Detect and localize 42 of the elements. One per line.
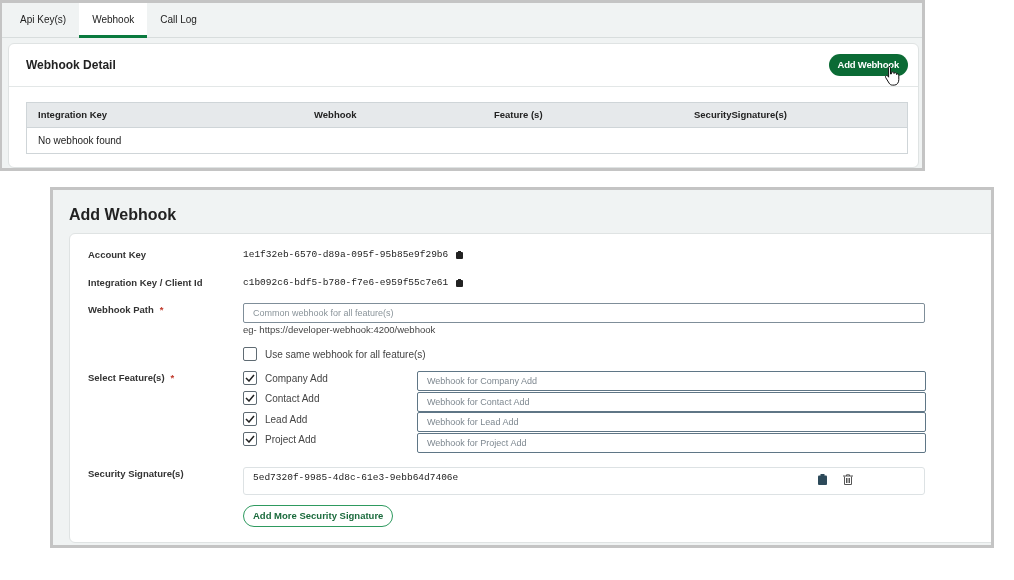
- signature-value: 5ed7320f-9985-4d8c-61e3-9ebb64d7406e: [253, 470, 459, 485]
- field-label: Select Feature(s): [88, 371, 165, 383]
- tab[interactable]: Api Key(s): [7, 3, 80, 38]
- feature-webhook-field[interactable]: Webhook for Project Add: [417, 432, 926, 453]
- hint-text: eg- https://developer-webhook:4200/webhook: [243, 322, 437, 337]
- column-header: Feature (s): [493, 108, 543, 120]
- feature-webhook-field[interactable]: Webhook for Company Add: [417, 371, 926, 391]
- column-header: SecuritySignature(s): [693, 108, 787, 120]
- key-value: c1b092c6-bdf5-b780-f7e6-e959f55c7e61: [243, 276, 449, 291]
- column-header: Webhook: [313, 108, 357, 120]
- trash-icon[interactable]: [843, 473, 853, 485]
- checkbox[interactable]: [243, 432, 257, 447]
- checkbox[interactable]: [243, 347, 257, 362]
- tab[interactable]: Webhook: [79, 3, 148, 38]
- checkbox-label: Contact Add: [265, 392, 320, 407]
- empty-message: No webhook found: [38, 134, 122, 148]
- card-title: Webhook Detail: [26, 57, 116, 74]
- tab[interactable]: Call Log: [147, 3, 210, 38]
- checkbox[interactable]: [243, 411, 257, 426]
- checkbox-label: Company Add: [265, 371, 328, 386]
- clipboard-icon[interactable]: [456, 251, 464, 260]
- field-label: Integration Key / Client Id: [88, 277, 203, 289]
- checkbox[interactable]: [243, 370, 257, 385]
- page-title: Add Webhook: [69, 206, 177, 223]
- webhook-path-field[interactable]: Common webhook for all feature(s): [243, 302, 925, 323]
- checkbox-label: Project Add: [265, 433, 317, 448]
- feature-webhook-field[interactable]: Webhook for Contact Add: [417, 391, 926, 412]
- field-label: Webhook Path: [88, 303, 154, 315]
- clipboard-icon[interactable]: [456, 279, 464, 288]
- required-mark: *: [170, 371, 175, 383]
- checkbox-label: Lead Add: [265, 412, 308, 427]
- add-webhook-button[interactable]: Add Webhook: [828, 53, 908, 77]
- column-header: Integration Key: [37, 108, 108, 120]
- checkbox-label: Use same webhook for all feature(s): [265, 347, 426, 362]
- key-value: 1e1f32eb-6570-d89a-095f-95b85e9f29b6: [243, 248, 449, 262]
- required-mark: *: [159, 303, 164, 315]
- checkbox[interactable]: [243, 391, 257, 406]
- add-signature-button[interactable]: Add More Security Signature: [243, 504, 394, 527]
- field-label: Security Signature(s): [88, 467, 184, 479]
- clipboard-icon[interactable]: [818, 473, 827, 485]
- feature-webhook-field[interactable]: Webhook for Lead Add: [417, 412, 926, 432]
- field-label: Account Key: [88, 249, 147, 260]
